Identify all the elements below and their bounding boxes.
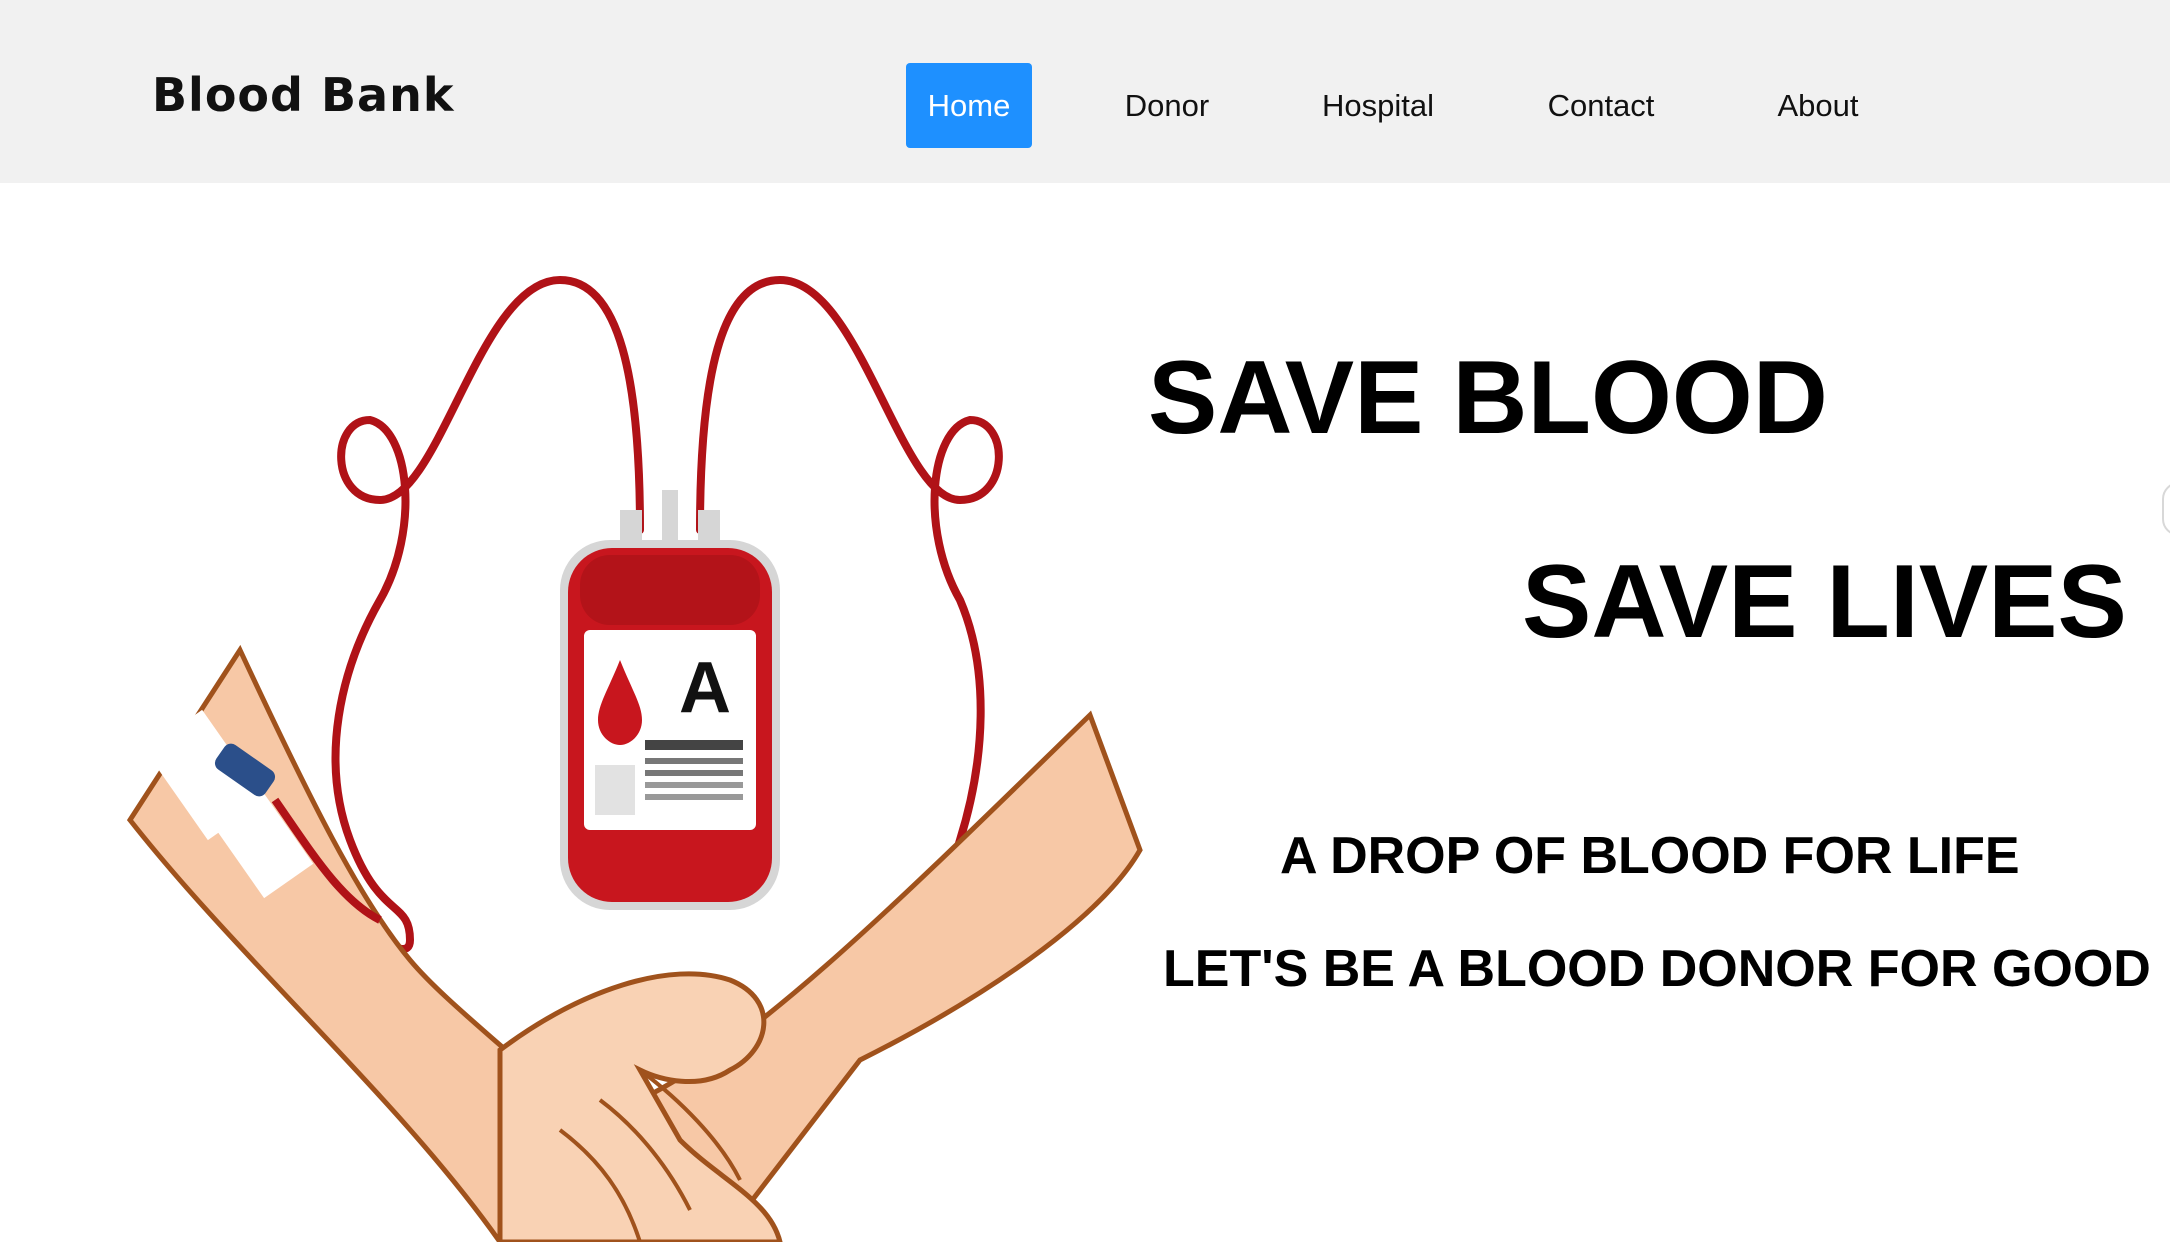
nav-donor[interactable]: Donor [1100, 63, 1234, 148]
carousel-handle[interactable] [2162, 482, 2170, 536]
nav-about[interactable]: About [1754, 63, 1882, 148]
nav-hospital[interactable]: Hospital [1308, 63, 1448, 148]
nav-home[interactable]: Home [906, 63, 1032, 148]
blood-bag-icon: A [560, 540, 780, 910]
navbar: Blood Bank Home Donor Hospital Contact A… [0, 0, 2170, 183]
headline-save-blood: SAVE BLOOD [1148, 340, 1828, 456]
brand-logo[interactable]: Blood Bank [152, 72, 454, 118]
tagline-blood-donor: LET'S BE A BLOOD DONOR FOR GOOD [1163, 940, 2151, 998]
headline-save-lives: SAVE LIVES [1522, 544, 2127, 660]
blood-type-label: A [679, 648, 731, 728]
nav-contact[interactable]: Contact [1530, 63, 1672, 148]
tagline-drop-of-blood: A DROP OF BLOOD FOR LIFE [1280, 827, 2020, 885]
blood-donation-illustration: A [80, 200, 1160, 1245]
